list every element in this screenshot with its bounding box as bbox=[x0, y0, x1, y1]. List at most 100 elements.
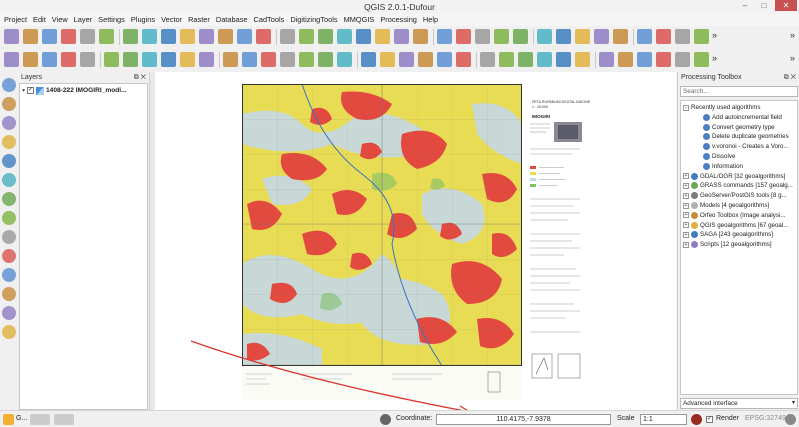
edit-tool-icon[interactable] bbox=[637, 52, 652, 67]
map-nav-tool-icon[interactable] bbox=[2, 268, 16, 282]
file-tool-icon[interactable] bbox=[23, 29, 38, 44]
menu-raster[interactable]: Raster bbox=[185, 14, 213, 26]
menu-database[interactable]: Database bbox=[213, 14, 251, 26]
file-tool-icon[interactable] bbox=[180, 29, 195, 44]
map-nav-tool-icon[interactable] bbox=[2, 287, 16, 301]
edit-tool-icon[interactable] bbox=[223, 52, 238, 67]
edit-tool-icon[interactable] bbox=[23, 52, 38, 67]
edit-tool-icon[interactable] bbox=[437, 52, 452, 67]
tree-provider-item[interactable]: + GRASS commands [157 geoalg... bbox=[683, 181, 793, 190]
tree-provider-item[interactable]: + Models [4 geoalgorithms] bbox=[683, 201, 769, 210]
menu-edit[interactable]: Edit bbox=[30, 14, 49, 26]
edit-tool-icon[interactable] bbox=[80, 52, 95, 67]
menu-settings[interactable]: Settings bbox=[95, 14, 128, 26]
edit-tool-icon[interactable] bbox=[180, 52, 195, 67]
tree-group-recent[interactable]: − Recently used algorithms bbox=[683, 103, 760, 112]
file-tool-icon[interactable] bbox=[256, 29, 271, 44]
file-tool-icon[interactable] bbox=[123, 29, 138, 44]
edit-tool-icon[interactable] bbox=[499, 52, 514, 67]
edit-tool-icon[interactable] bbox=[518, 52, 533, 67]
tree-provider-item[interactable]: + Scripts [12 geoalgorithms] bbox=[683, 240, 772, 249]
expand-icon[interactable]: − bbox=[683, 104, 689, 111]
crs-globe-icon[interactable] bbox=[785, 414, 796, 425]
tree-provider-item[interactable]: + Orfeo Toolbox (Image analysi... bbox=[683, 211, 786, 220]
tree-algorithm-item[interactable]: Delete duplicate geometries bbox=[703, 132, 789, 141]
edit-tool-icon[interactable] bbox=[4, 52, 19, 67]
edit-tool-icon[interactable] bbox=[361, 52, 376, 67]
file-tool-icon[interactable] bbox=[237, 29, 252, 44]
collapse-icon[interactable]: ▾ bbox=[22, 87, 25, 94]
expand-icon[interactable]: + bbox=[683, 241, 689, 248]
menu-layer[interactable]: Layer bbox=[71, 14, 96, 26]
edit-tool-icon[interactable] bbox=[694, 52, 709, 67]
edit-tool-icon[interactable] bbox=[599, 52, 614, 67]
render-checkbox[interactable]: ✓ bbox=[706, 416, 713, 423]
map-nav-tool-icon[interactable] bbox=[2, 211, 16, 225]
edit-tool-icon[interactable] bbox=[242, 52, 257, 67]
edit-tool-icon[interactable] bbox=[337, 52, 352, 67]
file-tool-icon[interactable] bbox=[556, 29, 571, 44]
stop-render-icon[interactable] bbox=[691, 414, 702, 425]
map-nav-tool-icon[interactable] bbox=[2, 230, 16, 244]
file-tool-icon[interactable] bbox=[318, 29, 333, 44]
map-nav-tool-icon[interactable] bbox=[2, 192, 16, 206]
menu-plugins[interactable]: Plugins bbox=[128, 14, 158, 26]
tree-algorithm-item[interactable]: v.voronoi - Creates a Voro... bbox=[703, 142, 789, 151]
toolbar-overflow-button-2-right[interactable]: » bbox=[790, 53, 795, 63]
tree-algorithm-item[interactable]: Add autoincremental field bbox=[703, 113, 782, 122]
edit-tool-icon[interactable] bbox=[556, 52, 571, 67]
file-tool-icon[interactable] bbox=[637, 29, 652, 44]
file-tool-icon[interactable] bbox=[280, 29, 295, 44]
file-tool-icon[interactable] bbox=[694, 29, 709, 44]
crs-status[interactable]: EPSG:32749 bbox=[745, 415, 786, 422]
edit-tool-icon[interactable] bbox=[656, 52, 671, 67]
file-tool-icon[interactable] bbox=[99, 29, 114, 44]
file-tool-icon[interactable] bbox=[475, 29, 490, 44]
file-tool-icon[interactable] bbox=[656, 29, 671, 44]
file-tool-icon[interactable] bbox=[513, 29, 528, 44]
menu-processing[interactable]: Processing bbox=[377, 14, 420, 26]
edit-tool-icon[interactable] bbox=[480, 52, 495, 67]
layer-item[interactable]: ▾ ✓ 1408-222 IMOGIRI_modi... bbox=[22, 86, 127, 95]
panel-float-close-icon[interactable]: ⧉ ✕ bbox=[784, 72, 796, 83]
file-tool-icon[interactable] bbox=[42, 29, 57, 44]
panel-float-close-icon[interactable]: ⧉ ✕ bbox=[134, 72, 146, 83]
tree-algorithm-item[interactable]: Convert geometry type bbox=[703, 123, 775, 132]
edit-tool-icon[interactable] bbox=[618, 52, 633, 67]
interface-mode-select[interactable]: Advanced interface ▾ bbox=[680, 398, 798, 409]
expand-icon[interactable]: + bbox=[683, 192, 689, 199]
toolbar-overflow-button-2[interactable]: » bbox=[712, 53, 717, 63]
menu-cadtools[interactable]: CadTools bbox=[251, 14, 288, 26]
edit-tool-icon[interactable] bbox=[318, 52, 333, 67]
map-nav-tool-icon[interactable] bbox=[2, 154, 16, 168]
file-tool-icon[interactable] bbox=[413, 29, 428, 44]
edit-tool-icon[interactable] bbox=[161, 52, 176, 67]
map-nav-tool-icon[interactable] bbox=[2, 249, 16, 263]
toolbar-overflow-button[interactable]: » bbox=[712, 30, 717, 40]
statusbar-button-2[interactable] bbox=[54, 414, 74, 425]
edit-tool-icon[interactable] bbox=[42, 52, 57, 67]
map-nav-tool-icon[interactable] bbox=[2, 325, 16, 339]
map-nav-tool-icon[interactable] bbox=[2, 173, 16, 187]
file-tool-icon[interactable] bbox=[594, 29, 609, 44]
expand-icon[interactable]: + bbox=[683, 202, 689, 209]
map-nav-tool-icon[interactable] bbox=[2, 306, 16, 320]
file-tool-icon[interactable] bbox=[575, 29, 590, 44]
edit-tool-icon[interactable] bbox=[418, 52, 433, 67]
edit-tool-icon[interactable] bbox=[380, 52, 395, 67]
file-tool-icon[interactable] bbox=[375, 29, 390, 44]
coordinate-toggle-icon[interactable] bbox=[380, 414, 391, 425]
edit-tool-icon[interactable] bbox=[575, 52, 590, 67]
file-tool-icon[interactable] bbox=[613, 29, 628, 44]
file-tool-icon[interactable] bbox=[356, 29, 371, 44]
edit-tool-icon[interactable] bbox=[456, 52, 471, 67]
minimize-button[interactable]: – bbox=[737, 0, 753, 11]
edit-tool-icon[interactable] bbox=[261, 52, 276, 67]
expand-icon[interactable]: + bbox=[683, 173, 689, 180]
edit-tool-icon[interactable] bbox=[399, 52, 414, 67]
edit-tool-icon[interactable] bbox=[123, 52, 138, 67]
file-tool-icon[interactable] bbox=[437, 29, 452, 44]
menu-digitizingtools[interactable]: DigitizingTools bbox=[287, 14, 340, 26]
tree-algorithm-item[interactable]: Information bbox=[703, 162, 743, 171]
edit-tool-icon[interactable] bbox=[280, 52, 295, 67]
